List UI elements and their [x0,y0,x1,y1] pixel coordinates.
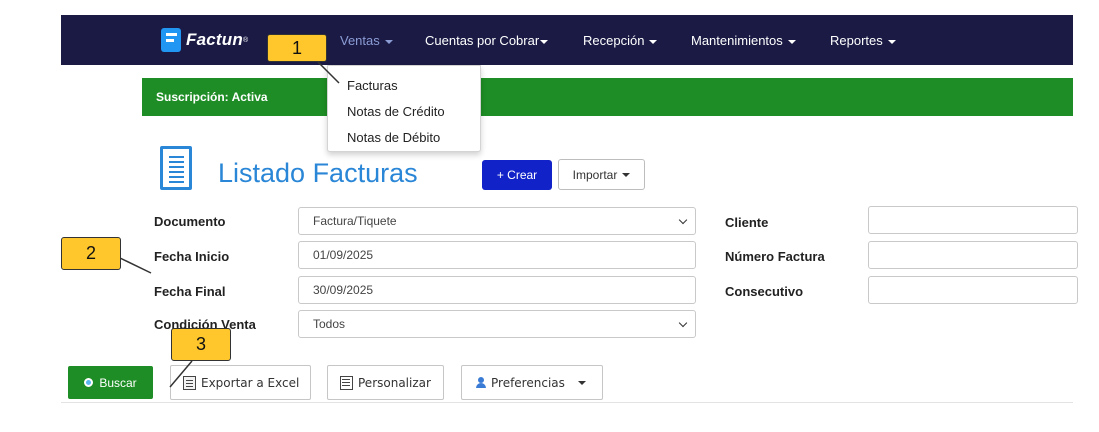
callout-1-leader [317,61,340,84]
callout-leaders [119,61,340,388]
callout-3: 3 [171,328,231,361]
callout-1: 1 [267,34,327,62]
callout-2-leader [119,257,152,274]
callout-2: 2 [61,237,121,270]
callout-3-leader [169,360,193,388]
